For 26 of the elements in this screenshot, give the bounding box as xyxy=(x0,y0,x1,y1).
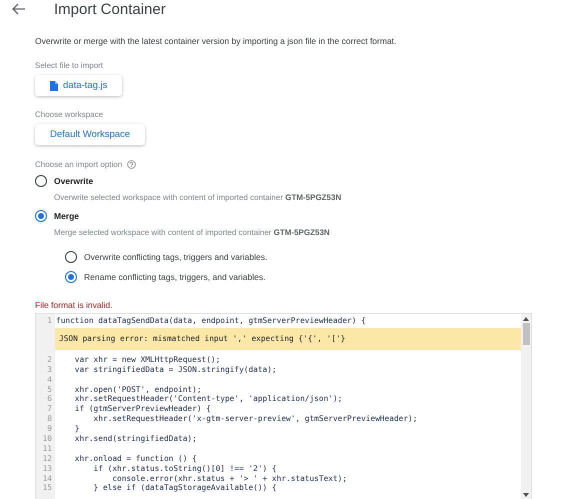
radio-button[interactable] xyxy=(35,175,47,187)
workspace-button[interactable]: Default Workspace xyxy=(35,124,146,145)
help-icon[interactable] xyxy=(127,160,136,169)
workspace-label: Choose workspace xyxy=(35,110,104,119)
description-text: Overwrite or merge with the latest container version by importing a json file in the correct format. xyxy=(35,36,398,46)
back-arrow-icon[interactable] xyxy=(12,3,26,15)
radio-button[interactable] xyxy=(35,210,47,222)
page-title: Import Container xyxy=(54,0,166,18)
scroll-thumb[interactable] xyxy=(522,323,530,345)
option-label: Overwrite conflicting tags, triggers and variables. xyxy=(84,252,268,262)
option-label: Merge xyxy=(54,211,80,221)
file-label: Select file to import xyxy=(35,61,104,70)
code-editor[interactable] xyxy=(35,313,532,499)
file-button[interactable]: data-tag.js xyxy=(35,75,122,96)
scroll-up-icon[interactable] xyxy=(523,317,529,321)
radio-button[interactable] xyxy=(65,251,77,263)
scroll-down-icon[interactable] xyxy=(523,493,529,497)
scrollbar[interactable] xyxy=(521,314,531,499)
error-message: File format is invalid. xyxy=(35,300,114,310)
radio-button[interactable] xyxy=(65,271,77,283)
option-label: Overwrite xyxy=(54,176,94,186)
option-description: Overwrite selected workspace with content of imported container GTM-5PGZ53N xyxy=(54,193,342,202)
option-label: Rename conflicting tags, triggers, and variables. xyxy=(84,272,266,282)
file-icon xyxy=(50,80,58,90)
import-option-label: Choose an import option xyxy=(35,160,122,169)
option-description: Merge selected workspace with content of imported container GTM-5PGZ53N xyxy=(54,228,331,237)
